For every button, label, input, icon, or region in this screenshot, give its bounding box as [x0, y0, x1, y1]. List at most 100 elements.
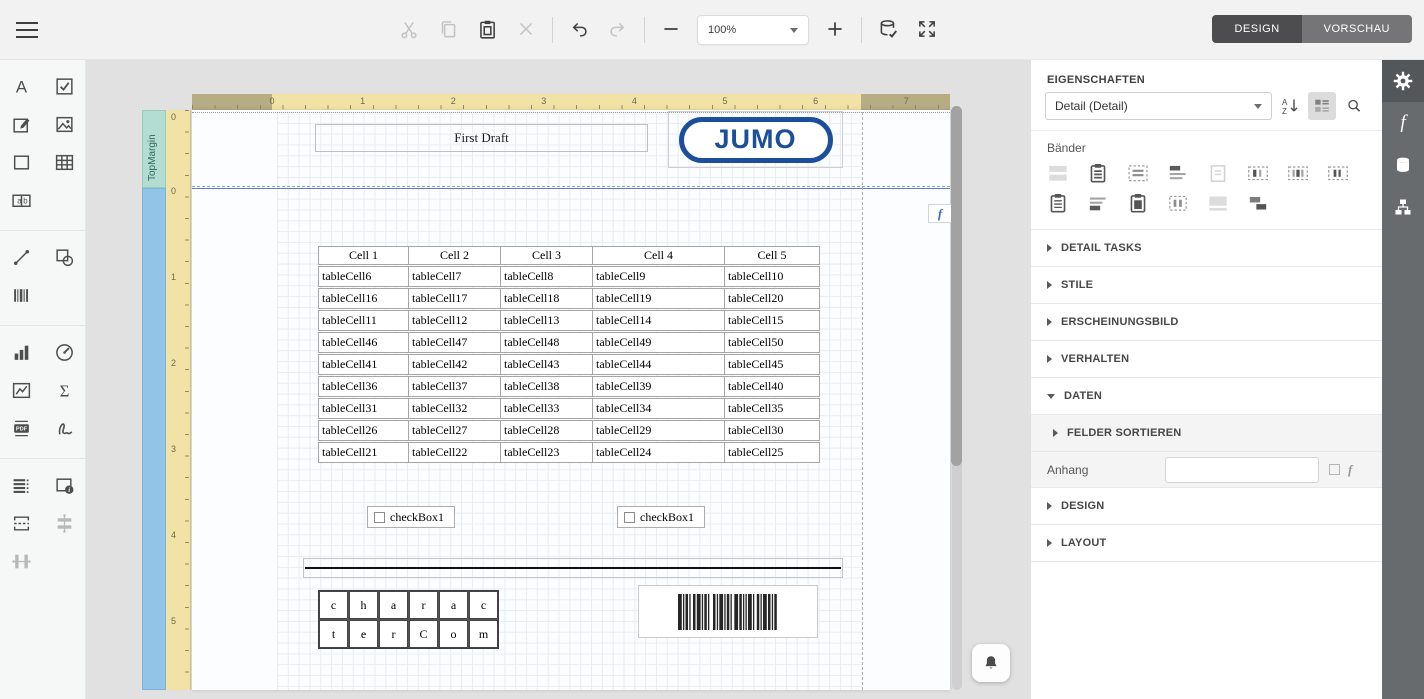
- rail-report-explorer-tab[interactable]: [1382, 186, 1424, 228]
- canvas-scrollbar-thumb[interactable]: [951, 106, 962, 466]
- tool-sparkline[interactable]: [5, 373, 39, 411]
- table-cell[interactable]: tableCell28: [501, 421, 593, 440]
- detail-band-strip[interactable]: [142, 188, 166, 690]
- section-design[interactable]: DESIGN: [1031, 488, 1382, 525]
- section-daten[interactable]: DATEN: [1031, 378, 1382, 415]
- table-cell[interactable]: tableCell19: [593, 289, 725, 308]
- table-cell[interactable]: tableCell33: [501, 399, 593, 418]
- table-cell[interactable]: tableCell48: [501, 333, 593, 352]
- anhang-expression-icon[interactable]: f: [1348, 462, 1352, 478]
- band-detail-report-band-alt-button[interactable]: [1285, 161, 1311, 185]
- band-report-header-band-button[interactable]: [1125, 161, 1151, 185]
- table-cell[interactable]: tableCell20: [725, 289, 819, 308]
- top-margin-band-strip[interactable]: TopMargin: [142, 110, 166, 188]
- checkbox-control-right[interactable]: checkBox1: [617, 506, 705, 528]
- design-tab-button[interactable]: DESIGN: [1212, 15, 1301, 43]
- comb-cell[interactable]: a: [379, 591, 408, 619]
- table-cell[interactable]: tableCell13: [501, 311, 593, 330]
- comb-cell[interactable]: r: [409, 591, 438, 619]
- table-header-cell[interactable]: Cell 5: [725, 247, 819, 264]
- zoom-level-dropdown[interactable]: 100%: [697, 15, 809, 45]
- rail-properties-tab[interactable]: [1382, 60, 1424, 102]
- band-sub-band-button[interactable]: [1245, 191, 1271, 215]
- notifications-button[interactable]: [972, 644, 1010, 682]
- table-cell[interactable]: tableCell42: [409, 355, 501, 374]
- expression-badge[interactable]: f: [928, 204, 952, 223]
- table-cell[interactable]: tableCell26: [319, 421, 409, 440]
- comb-cell[interactable]: h: [349, 591, 378, 619]
- table-cell[interactable]: tableCell10: [725, 267, 819, 286]
- band-column-footer-band-button[interactable]: [1165, 191, 1191, 215]
- cut-button[interactable]: [396, 17, 422, 43]
- band-detail-band-button[interactable]: [1205, 161, 1231, 185]
- table-cell[interactable]: tableCell38: [501, 377, 593, 396]
- table-cell[interactable]: tableCell6: [319, 267, 409, 286]
- table-cell[interactable]: tableCell34: [593, 399, 725, 418]
- tool-info-panel[interactable]: i: [48, 468, 82, 506]
- table-cell[interactable]: tableCell15: [725, 311, 819, 330]
- table-header-cell[interactable]: Cell 2: [409, 247, 501, 264]
- validate-button[interactable]: [875, 17, 901, 43]
- comb-cell[interactable]: c: [319, 591, 348, 619]
- tool-vertical-spacer[interactable]: [48, 506, 82, 544]
- tool-page-break[interactable]: [5, 506, 39, 544]
- report-title-label[interactable]: First Draft: [315, 124, 648, 152]
- tool-shape[interactable]: [48, 240, 82, 278]
- table-cell[interactable]: tableCell22: [409, 443, 501, 462]
- menu-button[interactable]: [16, 16, 46, 44]
- tool-barcode[interactable]: [5, 278, 39, 316]
- table-cell[interactable]: tableCell32: [409, 399, 501, 418]
- table-cell[interactable]: tableCell43: [501, 355, 593, 374]
- table-cell[interactable]: tableCell12: [409, 311, 501, 330]
- undo-button[interactable]: [566, 17, 592, 43]
- barcode-control[interactable]: [638, 585, 818, 638]
- table-header-cell[interactable]: Cell 4: [593, 247, 725, 264]
- table-cell[interactable]: tableCell25: [725, 443, 819, 462]
- table-cell[interactable]: tableCell7: [409, 267, 501, 286]
- section-felder-sortieren[interactable]: FELDER SORTIEREN: [1031, 415, 1382, 452]
- comb-cell[interactable]: m: [469, 620, 498, 648]
- comb-cell[interactable]: r: [379, 620, 408, 648]
- section-layout[interactable]: LAYOUT: [1031, 525, 1382, 562]
- tool-panel[interactable]: [5, 145, 39, 183]
- table-cell[interactable]: tableCell47: [409, 333, 501, 352]
- band-detail-report-band-button[interactable]: [1245, 161, 1271, 185]
- tool-summary[interactable]: Σ: [48, 373, 82, 411]
- table-cell[interactable]: tableCell44: [593, 355, 725, 374]
- tool-chart[interactable]: [5, 335, 39, 373]
- section-stile[interactable]: STILE: [1031, 267, 1382, 304]
- band-page-footer-band-button[interactable]: [1045, 191, 1071, 215]
- copy-button[interactable]: [435, 17, 461, 43]
- tool-picture-box[interactable]: [48, 107, 82, 145]
- comb-cell[interactable]: c: [469, 591, 498, 619]
- search-properties-button[interactable]: [1340, 92, 1368, 120]
- rail-data-sources-tab[interactable]: [1382, 144, 1424, 186]
- table-cell[interactable]: tableCell29: [593, 421, 725, 440]
- tool-gauge[interactable]: [48, 335, 82, 373]
- tool-text[interactable]: A: [5, 69, 39, 107]
- table-header-cell[interactable]: Cell 1: [319, 247, 409, 264]
- selected-element-dropdown[interactable]: Detail (Detail): [1045, 92, 1272, 120]
- band-bottom-margin-band-button[interactable]: [1205, 191, 1231, 215]
- table-cell[interactable]: tableCell24: [593, 443, 725, 462]
- table-cell[interactable]: tableCell14: [593, 311, 725, 330]
- comb-cell[interactable]: a: [439, 591, 468, 619]
- tool-horizontal-spacer[interactable]: [5, 544, 39, 582]
- table-cell[interactable]: tableCell23: [501, 443, 593, 462]
- line-control[interactable]: [303, 558, 843, 578]
- zoom-out-button[interactable]: [658, 17, 684, 43]
- tool-line[interactable]: [5, 240, 39, 278]
- delete-button[interactable]: [513, 17, 539, 43]
- comb-cell[interactable]: t: [319, 620, 348, 648]
- comb-cell[interactable]: o: [439, 620, 468, 648]
- comb-cell[interactable]: C: [409, 620, 438, 648]
- preview-tab-button[interactable]: VORSCHAU: [1302, 15, 1412, 43]
- band-detail-report-band-small-button[interactable]: [1325, 161, 1351, 185]
- table-cell[interactable]: tableCell39: [593, 377, 725, 396]
- comb-cell[interactable]: e: [349, 620, 378, 648]
- table-cell[interactable]: tableCell45: [725, 355, 819, 374]
- band-group-header-band-button[interactable]: [1165, 161, 1191, 185]
- band-group-footer-band-button[interactable]: [1085, 191, 1111, 215]
- logo-picture-box[interactable]: JUMO: [668, 111, 843, 168]
- table-cell[interactable]: tableCell37: [409, 377, 501, 396]
